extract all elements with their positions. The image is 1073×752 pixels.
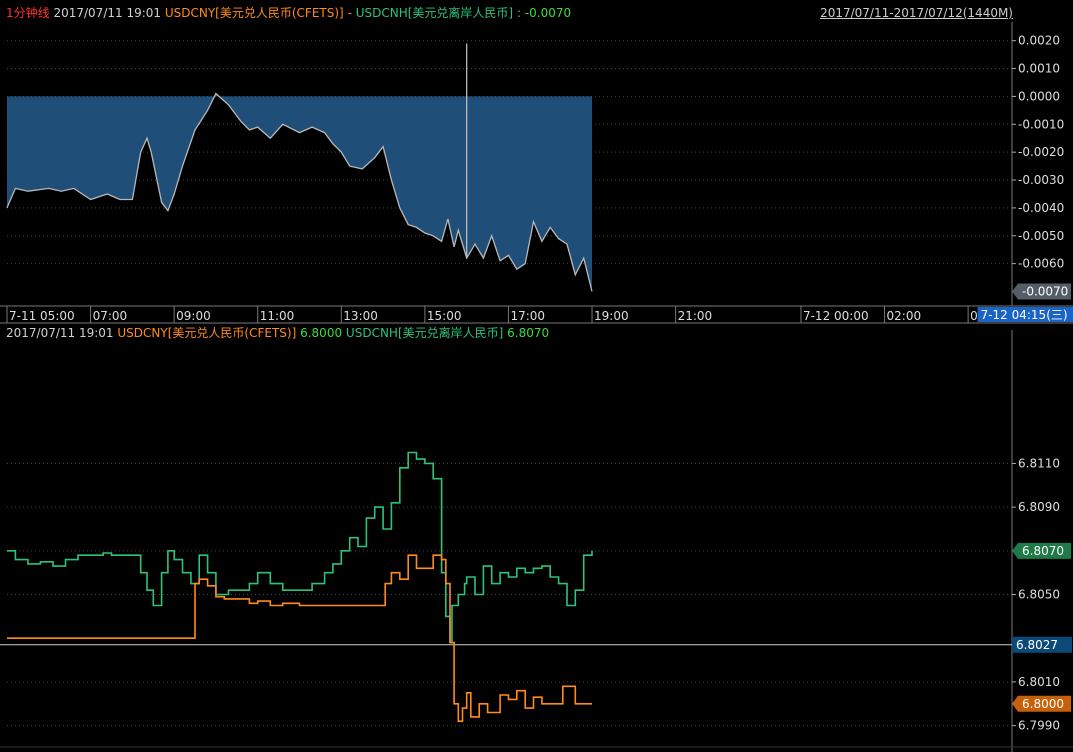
top-tick-label: -0.0010 [1018,117,1064,131]
bottom-tick-label: 6.8050 [1018,588,1060,602]
usdcny-value-tag-text: 6.8000 [1022,697,1064,711]
spread-area [6,43,593,292]
crosshair-value-tag: 6.8027 [1012,636,1072,653]
time-tick-label: 17:00 [510,309,545,323]
bottom-tick-label: 6.8110 [1018,456,1060,470]
usdcnh-value-tag-text: 6.8070 [1022,544,1064,558]
time-tick-label: 19:00 [594,309,629,323]
usdcnh-line [7,451,593,644]
bottom-gridlines [0,462,1012,727]
top-tick-label: -0.0040 [1018,201,1064,215]
top-tick-label: 0.0000 [1018,89,1060,103]
bottom-tick-label: 6.8090 [1018,500,1060,514]
usdcny-line [7,554,592,723]
time-tick-label: 02:00 [887,309,922,323]
time-tick-label: 7-11 05:00 [9,309,75,323]
usdcny-value-tag: 6.8000 [1012,695,1071,712]
spread-fill [7,93,593,292]
top-tick-label: 0.0010 [1018,62,1060,76]
spread-value-tag-text: -0.0070 [1022,285,1068,299]
time-tick-label: 11:00 [260,309,295,323]
time-tick-label: 15:00 [427,309,462,323]
time-tick-label: 07:00 [93,309,128,323]
top-tick-label: -0.0020 [1018,145,1064,159]
top-tick-label: -0.0050 [1018,229,1064,243]
time-tick-label: 09:00 [176,309,211,323]
bottom-tick-label: 6.8010 [1018,675,1060,689]
crosshair-tag-text: 6.8027 [1016,638,1058,652]
top-tick-label: -0.0030 [1018,173,1064,187]
time-axis: 7-11 05:00 07:00 09:00 11:00 13:00 15:00 17:00… [6,306,1073,323]
price-lines [7,451,593,723]
time-tick-label: 7-12 00:00 [803,309,869,323]
time-tick-label: 0 [970,309,978,323]
usdcnh-value-tag: 6.8070 [1012,542,1071,559]
top-tick-label: 0.0020 [1018,34,1060,48]
bottom-y-axis: 6.81106.80906.80706.80506.80106.7990 [1012,456,1060,733]
top-y-axis: 0.0020 0.0010 0.0000 -0.0010 -0.0020 -0.0030 -… [1012,34,1064,271]
top-tick-label: -0.0060 [1018,257,1064,271]
time-cursor-label: 7-12 04:15(三) [981,308,1068,322]
spread-value-tag: -0.0070 [1012,283,1071,300]
bottom-tick-label: 6.7990 [1018,719,1060,733]
chart-canvas[interactable]: 0.0020 0.0010 0.0000 -0.0010 -0.0020 -0.0030 -… [0,0,1073,752]
time-tick-label: 13:00 [343,309,378,323]
time-tick-label: 21:00 [678,309,713,323]
value-tags: -0.0070 6.8070 6.8000 6.8027 [1012,283,1072,712]
